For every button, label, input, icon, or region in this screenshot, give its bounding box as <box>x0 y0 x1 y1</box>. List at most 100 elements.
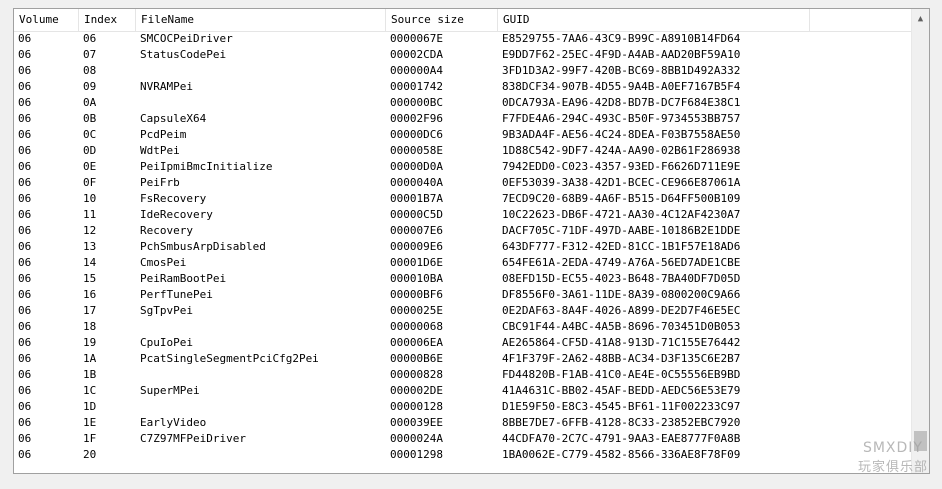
cell-index: 11 <box>83 208 97 221</box>
cell-guid: 4F1F379F-2A62-48BB-AC34-D3F135C6E2B7 <box>502 352 741 365</box>
cell-volume: 06 <box>18 384 32 397</box>
cell-filename: CmosPei <box>140 256 187 269</box>
cell-filename: EarlyVideo <box>140 416 207 429</box>
column-header-source-size[interactable]: Source size <box>386 9 498 31</box>
table-row[interactable]: 06 0F PeiFrb 0000040A 0EF53039-3A38-42D1-BCE… <box>14 175 914 191</box>
cell-source-size: 0000024A <box>390 432 443 445</box>
table-row[interactable]: 06 08 000000A4 3FD1D3A2-99F7-420B-BC69-8BB1… <box>14 63 914 79</box>
table-row[interactable]: 06 18 00000068 CBC91F44-A4BC-4A5B-8696-7034… <box>14 319 914 335</box>
column-header-filler <box>810 9 914 31</box>
table-row[interactable]: 06 13 PchSmbusArpDisabled 000009E6 643DF777-… <box>14 239 914 255</box>
cell-index: 15 <box>83 272 97 285</box>
cell-source-size: 000009E6 <box>390 240 443 253</box>
table-row[interactable]: 06 17 SgTpvPei 0000025E 0E2DAF63-8A4F-4026-A… <box>14 303 914 319</box>
cell-source-size: 00001298 <box>390 448 443 461</box>
cell-source-size: 00000D0A <box>390 160 443 173</box>
cell-guid: CBC91F44-A4BC-4A5B-8696-703451D0B053 <box>502 320 741 333</box>
cell-index: 1F <box>83 432 97 445</box>
cell-filename <box>136 399 386 415</box>
table-row[interactable]: 06 0C PcdPeim 00000DC6 9B3ADA4F-AE56-4C24-8D… <box>14 127 914 143</box>
scroll-up-arrow-icon[interactable]: ▲ <box>912 9 929 29</box>
table-row[interactable]: 06 1F C7Z97MFPeiDriver 0000024A 44CDFA70-2C7… <box>14 431 914 447</box>
table-row[interactable]: 06 15 PeiRamBootPei 000010BA 08EFD15D-EC55-4… <box>14 271 914 287</box>
cell-guid: F7FDE4A6-294C-493C-B50F-9734553BB757 <box>502 112 741 125</box>
cell-index: 06 <box>83 32 97 45</box>
table-row[interactable]: 06 11 IdeRecovery 00000C5D 10C22623-DB6F-472… <box>14 207 914 223</box>
cell-filename: PerfTunePei <box>140 288 213 301</box>
cell-index: 0E <box>83 160 97 173</box>
cell-volume: 06 <box>18 416 32 429</box>
cell-index: 1E <box>83 416 97 429</box>
cell-volume: 06 <box>18 112 32 125</box>
table-row[interactable]: 06 07 StatusCodePei 00002CDA E9DD7F62-25EC-4… <box>14 47 914 63</box>
cell-volume: 06 <box>18 432 32 445</box>
table-row[interactable]: 06 1B 00000828 FD44820B-F1AB-41C0-AE4E-0C55… <box>14 367 914 383</box>
cell-guid: DF8556F0-3A61-11DE-8A39-0800200C9A66 <box>502 288 741 301</box>
table-row[interactable]: 06 1E EarlyVideo 000039EE 8BBE7DE7-6FFB-4128… <box>14 415 914 431</box>
cell-guid: 3FD1D3A2-99F7-420B-BC69-8BB1D492A332 <box>502 64 741 77</box>
table-row[interactable]: 06 1D 00000128 D1E59F50-E8C3-4545-BF61-11F0… <box>14 399 914 415</box>
cell-index: 09 <box>83 80 97 93</box>
cell-guid: E8529755-7AA6-43C9-B99C-A8910B14FD64 <box>502 32 741 45</box>
cell-index: 12 <box>83 224 97 237</box>
cell-guid: 643DF777-F312-42ED-81CC-1B1F57E18AD6 <box>502 240 741 253</box>
cell-volume: 06 <box>18 48 32 61</box>
cell-index: 0A <box>83 96 97 109</box>
table-row[interactable]: 06 12 Recovery 000007E6 DACF705C-71DF-497D-A… <box>14 223 914 239</box>
table-row[interactable]: 06 0B CapsuleX64 00002F96 F7FDE4A6-294C-493C… <box>14 111 914 127</box>
cell-guid: FD44820B-F1AB-41C0-AE4E-0C55556EB9BD <box>502 368 741 381</box>
cell-volume: 06 <box>18 304 32 317</box>
table-row[interactable]: 06 10 FsRecovery 00001B7A 7ECD9C20-68B9-4A6F… <box>14 191 914 207</box>
vertical-scrollbar[interactable]: ▲ <box>911 9 929 473</box>
column-header: Volume Index FileName Source size GUID <box>14 9 914 32</box>
column-header-index[interactable]: Index <box>79 9 136 31</box>
watermark-line1: SMXDIY <box>862 440 923 456</box>
cell-guid: 7ECD9C20-68B9-4A6F-B515-D64FF500B109 <box>502 192 741 205</box>
cell-volume: 06 <box>18 320 32 333</box>
cell-index: 19 <box>83 336 97 349</box>
table-row[interactable]: 06 16 PerfTunePei 00000BF6 DF8556F0-3A61-11D… <box>14 287 914 303</box>
cell-index: 1D <box>83 400 97 413</box>
table-row[interactable]: 06 19 CpuIoPei 000006EA AE265864-CF5D-41A8-9… <box>14 335 914 351</box>
cell-volume: 06 <box>18 192 32 205</box>
cell-source-size: 00002F96 <box>390 112 443 125</box>
watermark-line2: 玩家俱乐部 <box>857 460 928 475</box>
table-row[interactable]: 06 06 SMCOCPeiDriver 0000067E E8529755-7AA6-… <box>14 31 914 47</box>
cell-filename: PchSmbusArpDisabled <box>140 240 266 253</box>
cell-filename: IdeRecovery <box>140 208 213 221</box>
cell-source-size: 00000068 <box>390 320 443 333</box>
cell-index: 07 <box>83 48 97 61</box>
cell-source-size: 000000BC <box>390 96 443 109</box>
table-row[interactable]: 06 0D WdtPei 0000058E 1D88C542-9DF7-424A-AA9… <box>14 143 914 159</box>
cell-filename: SMCOCPeiDriver <box>140 32 233 45</box>
cell-filename: FsRecovery <box>140 192 207 205</box>
cell-volume: 06 <box>18 336 32 349</box>
cell-volume: 06 <box>18 240 32 253</box>
table-row[interactable]: 06 0A 000000BC 0DCA793A-EA96-42D8-BD7B-DC7F… <box>14 95 914 111</box>
cell-source-size: 00000BF6 <box>390 288 443 301</box>
cell-source-size: 00000128 <box>390 400 443 413</box>
cell-volume: 06 <box>18 128 32 141</box>
cell-index: 0C <box>83 128 97 141</box>
cell-guid: 1BA0062E-C779-4582-8566-336AE8F78F09 <box>502 448 741 461</box>
cell-index: 0B <box>83 112 97 125</box>
table-row[interactable]: 06 1C SuperMPei 000002DE 41A4631C-BB02-45AF-… <box>14 383 914 399</box>
cell-source-size: 00001B7A <box>390 192 443 205</box>
cell-guid: 41A4631C-BB02-45AF-BEDD-AEDC56E53E79 <box>502 384 741 397</box>
table-row[interactable]: 06 1A PcatSingleSegmentPciCfg2Pei 00000B6E 4… <box>14 351 914 367</box>
cell-filename: C7Z97MFPeiDriver <box>140 432 246 445</box>
cell-guid: 8BBE7DE7-6FFB-4128-8C33-23852EBC7920 <box>502 416 741 429</box>
cell-filename: PeiFrb <box>140 176 180 189</box>
cell-index: 1B <box>83 368 97 381</box>
cell-volume: 06 <box>18 368 32 381</box>
cell-source-size: 00001742 <box>390 80 443 93</box>
table-row[interactable]: 06 14 CmosPei 00001D6E 654FE61A-2EDA-4749-A7… <box>14 255 914 271</box>
column-header-volume[interactable]: Volume <box>14 9 79 31</box>
table-row[interactable]: 06 20 00001298 1BA0062E-C779-4582-8566-336A… <box>14 447 914 463</box>
column-header-filename[interactable]: FileName <box>136 9 386 31</box>
table-row[interactable]: 06 0E PeiIpmiBmcInitialize 00000D0A 7942EDD0… <box>14 159 914 175</box>
cell-volume: 06 <box>18 144 32 157</box>
column-header-guid[interactable]: GUID <box>498 9 810 31</box>
table-row[interactable]: 06 09 NVRAMPei 00001742 838DCF34-907B-4D55-9… <box>14 79 914 95</box>
cell-index: 0D <box>83 144 97 157</box>
